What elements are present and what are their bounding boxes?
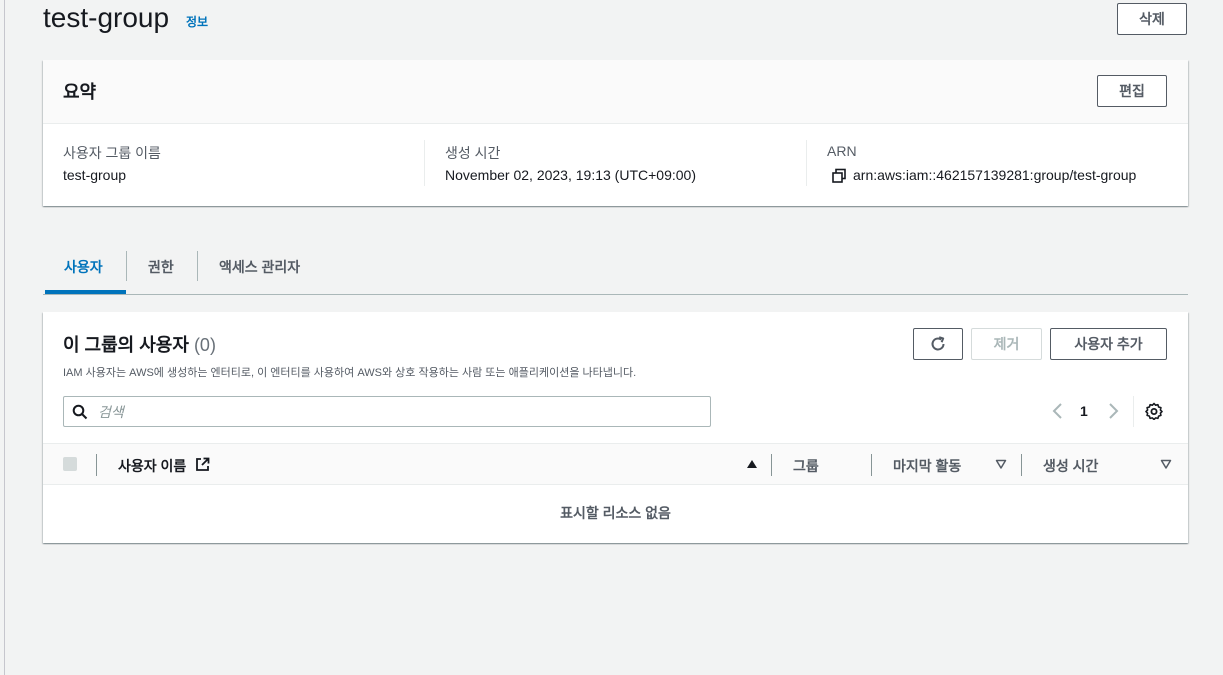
gear-icon[interactable] xyxy=(1145,402,1163,420)
column-header-groups[interactable]: 그룹 xyxy=(793,456,819,476)
group-name-field: 사용자 그룹 이름 test-group xyxy=(63,124,423,206)
sort-ascending-icon[interactable] xyxy=(746,458,758,470)
arn-label: ARN xyxy=(827,143,857,159)
users-description: IAM 사용자는 AWS에 생성하는 엔터티로, 이 엔터티를 사용하여 AWS… xyxy=(63,367,637,379)
sort-descending-icon[interactable] xyxy=(1160,458,1172,470)
summary-divider xyxy=(806,140,807,186)
tab-access-advisor[interactable]: 액세스 관리자 xyxy=(219,257,300,277)
tab-users[interactable]: 사용자 xyxy=(64,257,103,277)
search-icon xyxy=(72,404,88,420)
empty-table-message: 표시할 리소스 없음 xyxy=(560,505,671,521)
users-panel: 이 그룹의 사용자 (0) IAM 사용자는 AWS에 생성하는 엔터티로, 이… xyxy=(43,312,1188,543)
column-header-creation-time[interactable]: 생성 시간 xyxy=(1043,456,1098,476)
page-number[interactable]: 1 xyxy=(1080,403,1088,419)
group-name-value: test-group xyxy=(63,167,127,183)
sort-descending-icon[interactable] xyxy=(995,458,1007,470)
column-divider xyxy=(1021,454,1022,476)
page-title: test-group xyxy=(43,2,170,33)
users-title-text: 이 그룹의 사용자 xyxy=(63,335,189,355)
chevron-right-icon[interactable] xyxy=(1105,401,1121,421)
pager-divider xyxy=(1133,396,1134,427)
page-header: test-group 정보 삭제 xyxy=(43,0,1188,40)
active-tab-indicator xyxy=(45,290,126,294)
column-divider xyxy=(871,454,872,476)
refresh-button[interactable] xyxy=(913,328,963,360)
info-link[interactable]: 정보 xyxy=(186,13,208,30)
tab-bar: 사용자 권한 액세스 관리자 xyxy=(43,240,1188,295)
arn-field: ARN arn:aws:iam::462157139281:group/test… xyxy=(827,124,1187,206)
chevron-left-icon[interactable] xyxy=(1050,401,1066,421)
delete-button[interactable]: 삭제 xyxy=(1117,3,1187,35)
tab-permissions[interactable]: 권한 xyxy=(148,257,174,277)
tab-separator xyxy=(197,251,198,281)
arn-value: arn:aws:iam::462157139281:group/test-gro… xyxy=(853,167,1137,183)
tab-separator xyxy=(126,251,127,281)
summary-panel: 요약 편집 사용자 그룹 이름 test-group 생성 시간 Novembe… xyxy=(43,60,1188,206)
left-border xyxy=(4,0,5,675)
copy-icon[interactable] xyxy=(831,168,847,184)
column-header-last-activity[interactable]: 마지막 활동 xyxy=(893,456,961,476)
search-input[interactable] xyxy=(96,398,696,425)
summary-header: 요약 편집 xyxy=(43,60,1188,124)
remove-button[interactable]: 제거 xyxy=(971,328,1042,360)
created-label: 생성 시간 xyxy=(445,145,501,161)
users-count: (0) xyxy=(193,335,216,355)
table-header: 사용자 이름 그룹 마지막 활동 생성 시간 xyxy=(43,443,1188,485)
users-title: 이 그룹의 사용자 (0) xyxy=(63,331,216,357)
select-all-checkbox[interactable] xyxy=(63,457,77,471)
created-field: 생성 시간 November 02, 2023, 19:13 (UTC+09:0… xyxy=(445,124,805,206)
column-header-user-name[interactable]: 사용자 이름 xyxy=(118,456,186,476)
edit-button[interactable]: 편집 xyxy=(1097,75,1167,107)
summary-title: 요약 xyxy=(63,82,97,102)
add-user-button[interactable]: 사용자 추가 xyxy=(1050,328,1167,360)
column-divider xyxy=(96,454,97,476)
created-value: November 02, 2023, 19:13 (UTC+09:00) xyxy=(445,167,696,183)
external-link-icon[interactable] xyxy=(195,457,210,472)
refresh-icon xyxy=(931,336,945,351)
summary-divider xyxy=(424,140,425,186)
group-name-label: 사용자 그룹 이름 xyxy=(63,145,161,161)
column-divider xyxy=(771,454,772,476)
search-box xyxy=(63,396,711,427)
